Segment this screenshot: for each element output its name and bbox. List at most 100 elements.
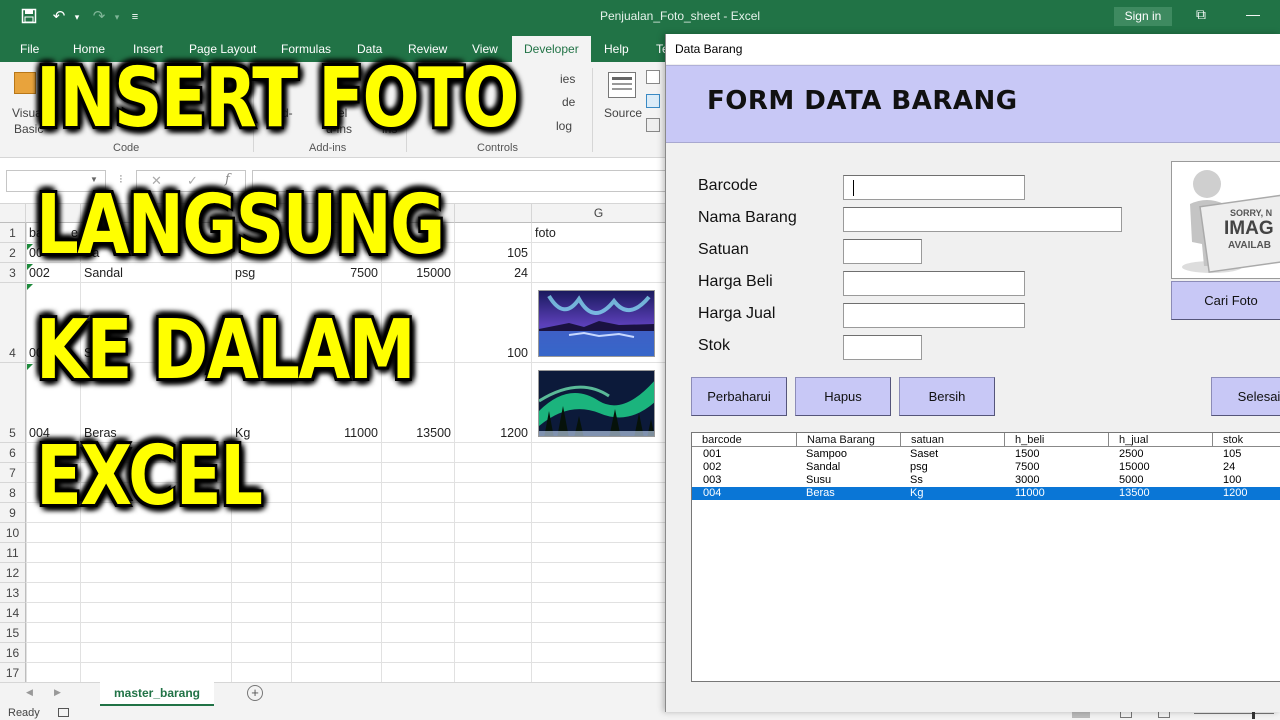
listbox-cell: Saset — [910, 448, 939, 460]
tab-developer[interactable]: Developer — [512, 36, 591, 62]
aurora-photo-lake[interactable] — [538, 290, 655, 357]
column-header-f[interactable] — [455, 204, 532, 223]
listbox-cell: Ss — [910, 474, 923, 486]
row-header[interactable]: 6 — [0, 443, 26, 463]
listbox-cell: 15000 — [1119, 461, 1150, 473]
listbox-row[interactable]: 002 Sandal psg 7500 15000 24 — [692, 461, 1280, 474]
listbox-header-h-beli: h_beli — [1005, 433, 1109, 447]
select-all-corner[interactable] — [0, 204, 26, 223]
listbox-cell: 2500 — [1119, 448, 1144, 460]
listbox-cell: 105 — [1223, 448, 1242, 460]
listbox-cell: Susu — [806, 474, 832, 486]
row-header[interactable]: 2 — [0, 243, 26, 263]
cell-f5[interactable]: 1200 — [455, 423, 531, 443]
overlay-line-3: KE DALAM — [36, 303, 416, 398]
expansion-packs-icon[interactable] — [646, 94, 660, 108]
row-header[interactable]: 8 — [0, 483, 26, 503]
listbox-cell: 1200 — [1223, 487, 1248, 499]
row-header[interactable]: 13 — [0, 583, 26, 603]
label-nama-barang: Nama Barang — [698, 209, 797, 226]
properties-label[interactable]: ies — [560, 72, 575, 86]
listbox-header-h-jual: h_jual — [1109, 433, 1213, 447]
row-header[interactable]: 3 — [0, 263, 26, 283]
error-indicator — [27, 364, 33, 370]
refresh-data-icon[interactable] — [646, 118, 660, 132]
userform-title-bar[interactable]: Data Barang — [666, 34, 1280, 64]
row-header[interactable]: 4 — [0, 283, 26, 363]
row-header[interactable]: 11 — [0, 543, 26, 563]
nama-barang-input[interactable] — [843, 207, 1122, 232]
harga-beli-input[interactable] — [843, 271, 1025, 296]
ribbon-display-options-icon[interactable]: ⧉ — [1196, 6, 1206, 23]
column-header-g[interactable]: G — [532, 204, 665, 223]
listbox-row-selected[interactable]: 004 Beras Kg 11000 13500 1200 — [692, 487, 1280, 500]
listbox-cell: 11000 — [1015, 487, 1045, 499]
listbox-row[interactable]: 003 Susu Ss 3000 5000 100 — [692, 474, 1280, 487]
row-header[interactable]: 7 — [0, 463, 26, 483]
cell-f2[interactable]: 105 — [455, 243, 531, 263]
row-header[interactable]: 1 — [0, 223, 26, 243]
listbox-cell: Beras — [806, 487, 835, 499]
macro-recording-icon[interactable] — [58, 708, 69, 717]
tab-help[interactable]: Help — [604, 42, 629, 56]
bersih-button[interactable]: Bersih — [899, 377, 995, 416]
row-header[interactable]: 15 — [0, 623, 26, 643]
window-title: Penjualan_Foto_sheet - Excel — [599, 9, 761, 23]
listbox-cell: 1500 — [1015, 448, 1040, 460]
row-header[interactable]: 10 — [0, 523, 26, 543]
barcode-input[interactable] — [843, 175, 1025, 200]
listbox-cell: 3000 — [1015, 474, 1040, 486]
run-dialog-label[interactable]: log — [556, 119, 572, 133]
sheet-tab-master-barang[interactable]: master_barang — [100, 682, 214, 706]
hapus-button[interactable]: Hapus — [795, 377, 891, 416]
listbox-header-satuan: satuan — [901, 433, 1005, 447]
cell-f4[interactable]: 100 — [455, 343, 531, 363]
visual-basic-icon[interactable] — [14, 72, 36, 94]
listbox-row[interactable]: 001 Sampoo Saset 1500 2500 105 — [692, 448, 1280, 461]
label-satuan: Satuan — [698, 241, 749, 258]
cell-e5[interactable]: 13500 — [382, 423, 454, 443]
harga-jual-input[interactable] — [843, 303, 1025, 328]
satuan-input[interactable] — [843, 239, 922, 264]
zoom-slider[interactable] — [1194, 713, 1274, 714]
row-header[interactable]: 5 — [0, 363, 26, 443]
label-barcode: Barcode — [698, 177, 758, 194]
source-label[interactable]: Source — [604, 106, 642, 120]
listbox-cell: 100 — [1223, 474, 1242, 486]
cari-foto-button[interactable]: Cari Foto — [1171, 281, 1280, 320]
map-properties-icon[interactable] — [646, 70, 660, 84]
row-header[interactable]: 9 — [0, 503, 26, 523]
selesai-button[interactable]: Selesai — [1211, 377, 1280, 416]
listbox-cell: Sandal — [806, 461, 841, 473]
perbaharui-button[interactable]: Perbaharui — [691, 377, 787, 416]
excel-title-bar: ↶ ▾ ↷ ▾ ≡ Penjualan_Foto_sheet - Excel S… — [0, 0, 1280, 34]
listbox-cell: 004 — [703, 487, 722, 499]
overlay-line-4: EXCEL — [36, 429, 263, 524]
stok-input[interactable] — [843, 335, 922, 360]
label-harga-beli: Harga Beli — [698, 273, 773, 290]
listbox-cell: 003 — [703, 474, 722, 486]
userform-title: Data Barang — [675, 42, 743, 56]
minimize-icon[interactable]: — — [1246, 6, 1260, 22]
row-header[interactable]: 17 — [0, 663, 26, 682]
data-listbox[interactable]: barcode Nama Barang satuan h_beli h_jual… — [691, 432, 1280, 682]
sheet-tab-bar: ◀ ▶ master_barang + — [0, 682, 665, 706]
cell-g1[interactable]: foto — [532, 223, 665, 243]
listbox-header-stok: stok — [1213, 433, 1280, 447]
sign-in-button[interactable]: Sign in — [1114, 7, 1172, 26]
cell-f3[interactable]: 24 — [455, 263, 531, 283]
placeholder-text-1: SORRY, N — [1230, 208, 1273, 218]
listbox-cell: 13500 — [1119, 487, 1150, 499]
row-header[interactable]: 14 — [0, 603, 26, 623]
new-sheet-icon[interactable]: + — [247, 685, 263, 701]
row-header[interactable]: 16 — [0, 643, 26, 663]
scroll-tabs-right-icon[interactable]: ▶ — [54, 687, 61, 698]
listbox-cell: 001 — [703, 448, 722, 460]
source-icon[interactable] — [608, 72, 636, 98]
scroll-tabs-left-icon[interactable]: ◀ — [26, 687, 33, 698]
view-code-label[interactable]: de — [562, 95, 575, 109]
form-header: FORM DATA BARANG — [666, 65, 1280, 143]
cell-d5[interactable]: 11000 — [292, 423, 381, 443]
aurora-photo-forest[interactable] — [538, 370, 655, 437]
row-header[interactable]: 12 — [0, 563, 26, 583]
